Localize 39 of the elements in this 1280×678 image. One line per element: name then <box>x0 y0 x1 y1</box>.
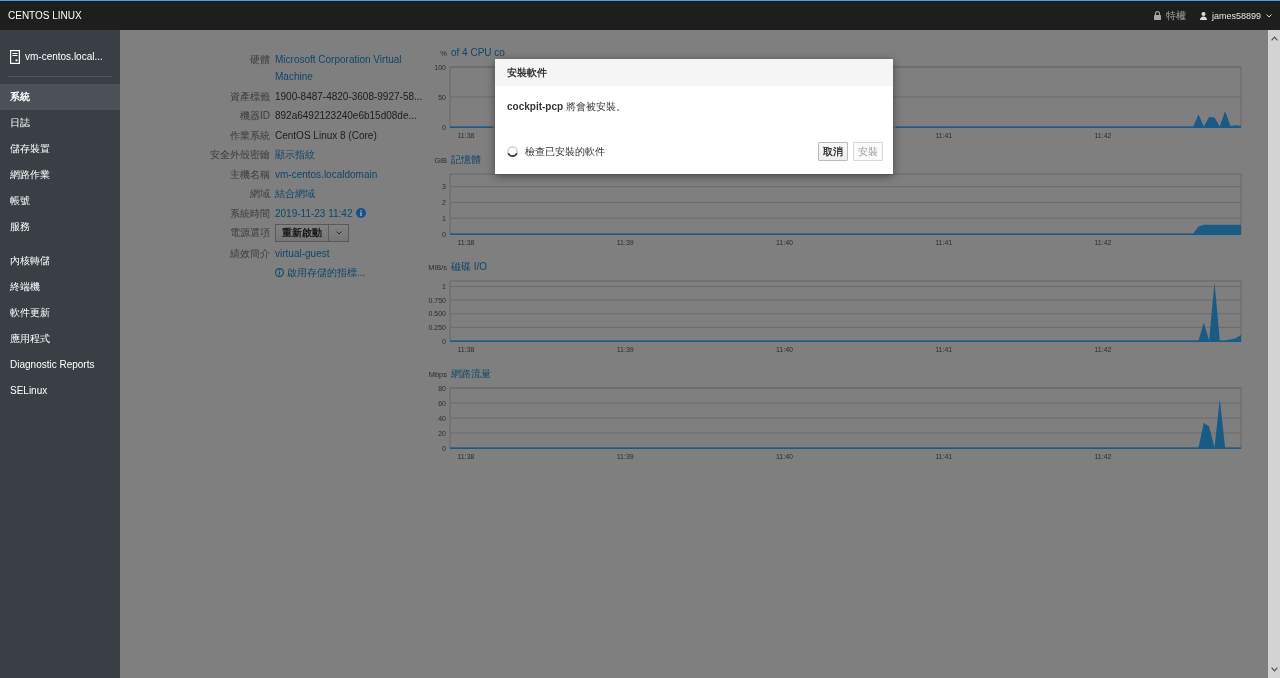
nav-item[interactable]: 服務 <box>0 214 120 240</box>
scrollbar[interactable] <box>1268 30 1280 678</box>
nav-item[interactable]: 帳號 <box>0 188 120 214</box>
nav-item[interactable]: 終端機 <box>0 274 120 300</box>
dialog-button[interactable]: 取消 <box>818 142 848 161</box>
dialog-message: cockpit-pcp 將會被安裝。 <box>507 101 626 113</box>
nav-item[interactable]: 應用程式 <box>0 326 120 352</box>
caret-icon <box>335 231 342 235</box>
value-text: 1900-8487-4820-3608-9927-58... <box>275 90 423 102</box>
chevron-up-icon[interactable] <box>1270 36 1278 41</box>
privilege-button[interactable]: 特權 <box>1153 8 1186 23</box>
dropdown-toggle-button[interactable] <box>329 224 349 242</box>
dialog-title: 安裝軟件 <box>495 59 893 86</box>
host-name[interactable]: vm-centos.local... <box>25 51 103 62</box>
server-icon <box>10 49 20 64</box>
power-action-button[interactable]: 重新啟動 <box>275 224 329 242</box>
chevron-down-icon[interactable] <box>1270 667 1278 672</box>
status-text: 檢查已安裝的軟件 <box>525 144 605 159</box>
value-text: CentOS Linux 8 (Core) <box>275 129 377 141</box>
user-menu-button[interactable]: james58899 <box>1199 10 1272 21</box>
caret-icon <box>1266 13 1272 18</box>
nav-item[interactable]: 軟件更新 <box>0 300 120 326</box>
nav-item[interactable]: 日誌 <box>0 110 120 136</box>
nav-item[interactable]: 儲存裝置 <box>0 136 120 162</box>
nav-item[interactable]: SELinux <box>0 378 120 404</box>
lock-icon <box>1153 11 1161 20</box>
value-text: 892a6492123240e6b15d08de... <box>275 110 417 121</box>
user-icon <box>1199 11 1207 20</box>
nav-item[interactable]: Diagnostic Reports <box>0 352 120 378</box>
field-label: 安全外殼密鑰 <box>209 148 270 162</box>
nav-item[interactable]: 內核轉儲 <box>0 248 120 274</box>
nav-item[interactable]: 系統 <box>0 84 120 110</box>
info-circle-icon <box>275 268 284 277</box>
nav-item[interactable]: 網路作業 <box>0 162 120 188</box>
info-icon <box>356 208 367 218</box>
brand-title: CENTOS LINUX <box>8 10 82 21</box>
field-label: 機器ID <box>239 109 270 123</box>
spinner-icon <box>507 146 518 157</box>
field-label: 網域 <box>249 187 270 201</box>
